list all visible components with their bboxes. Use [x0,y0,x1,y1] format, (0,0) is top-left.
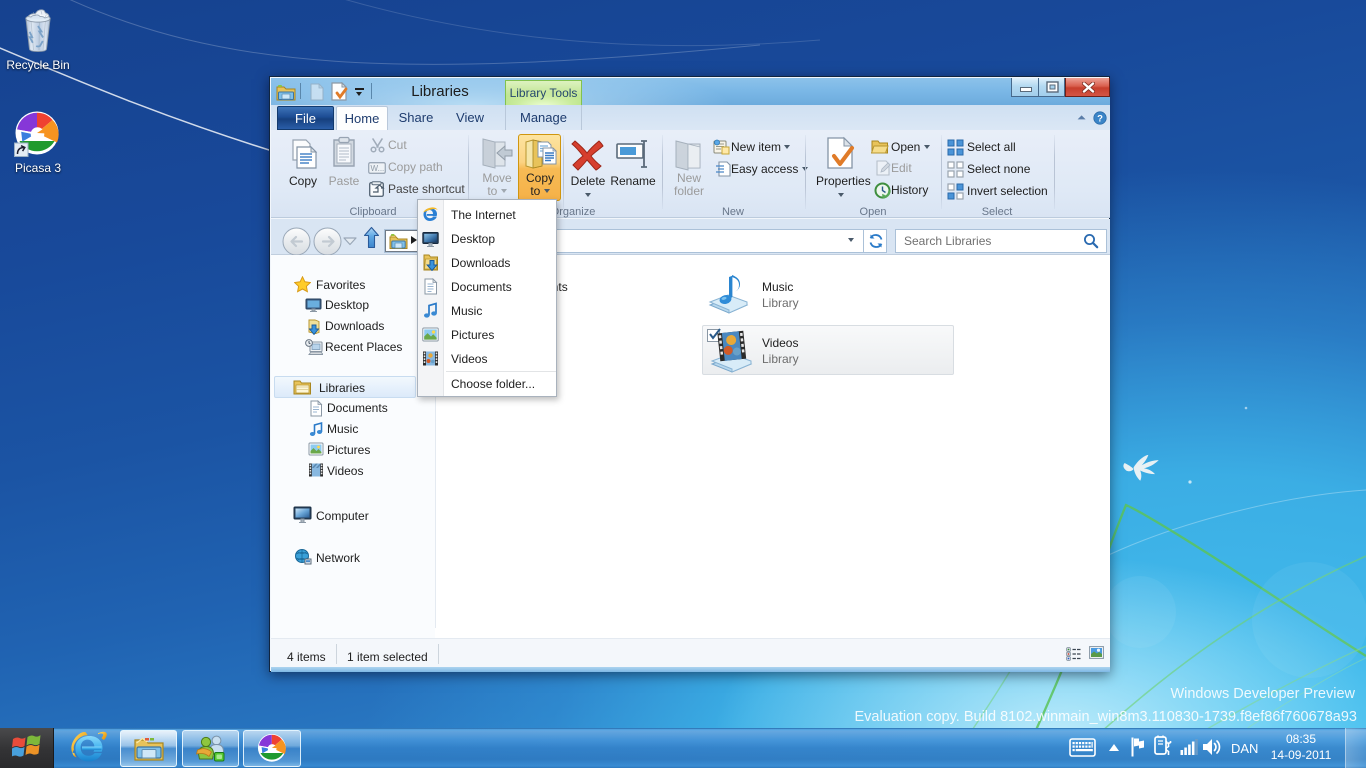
svg-text:?: ? [1097,114,1103,125]
svg-text:W...: W... [371,164,385,173]
